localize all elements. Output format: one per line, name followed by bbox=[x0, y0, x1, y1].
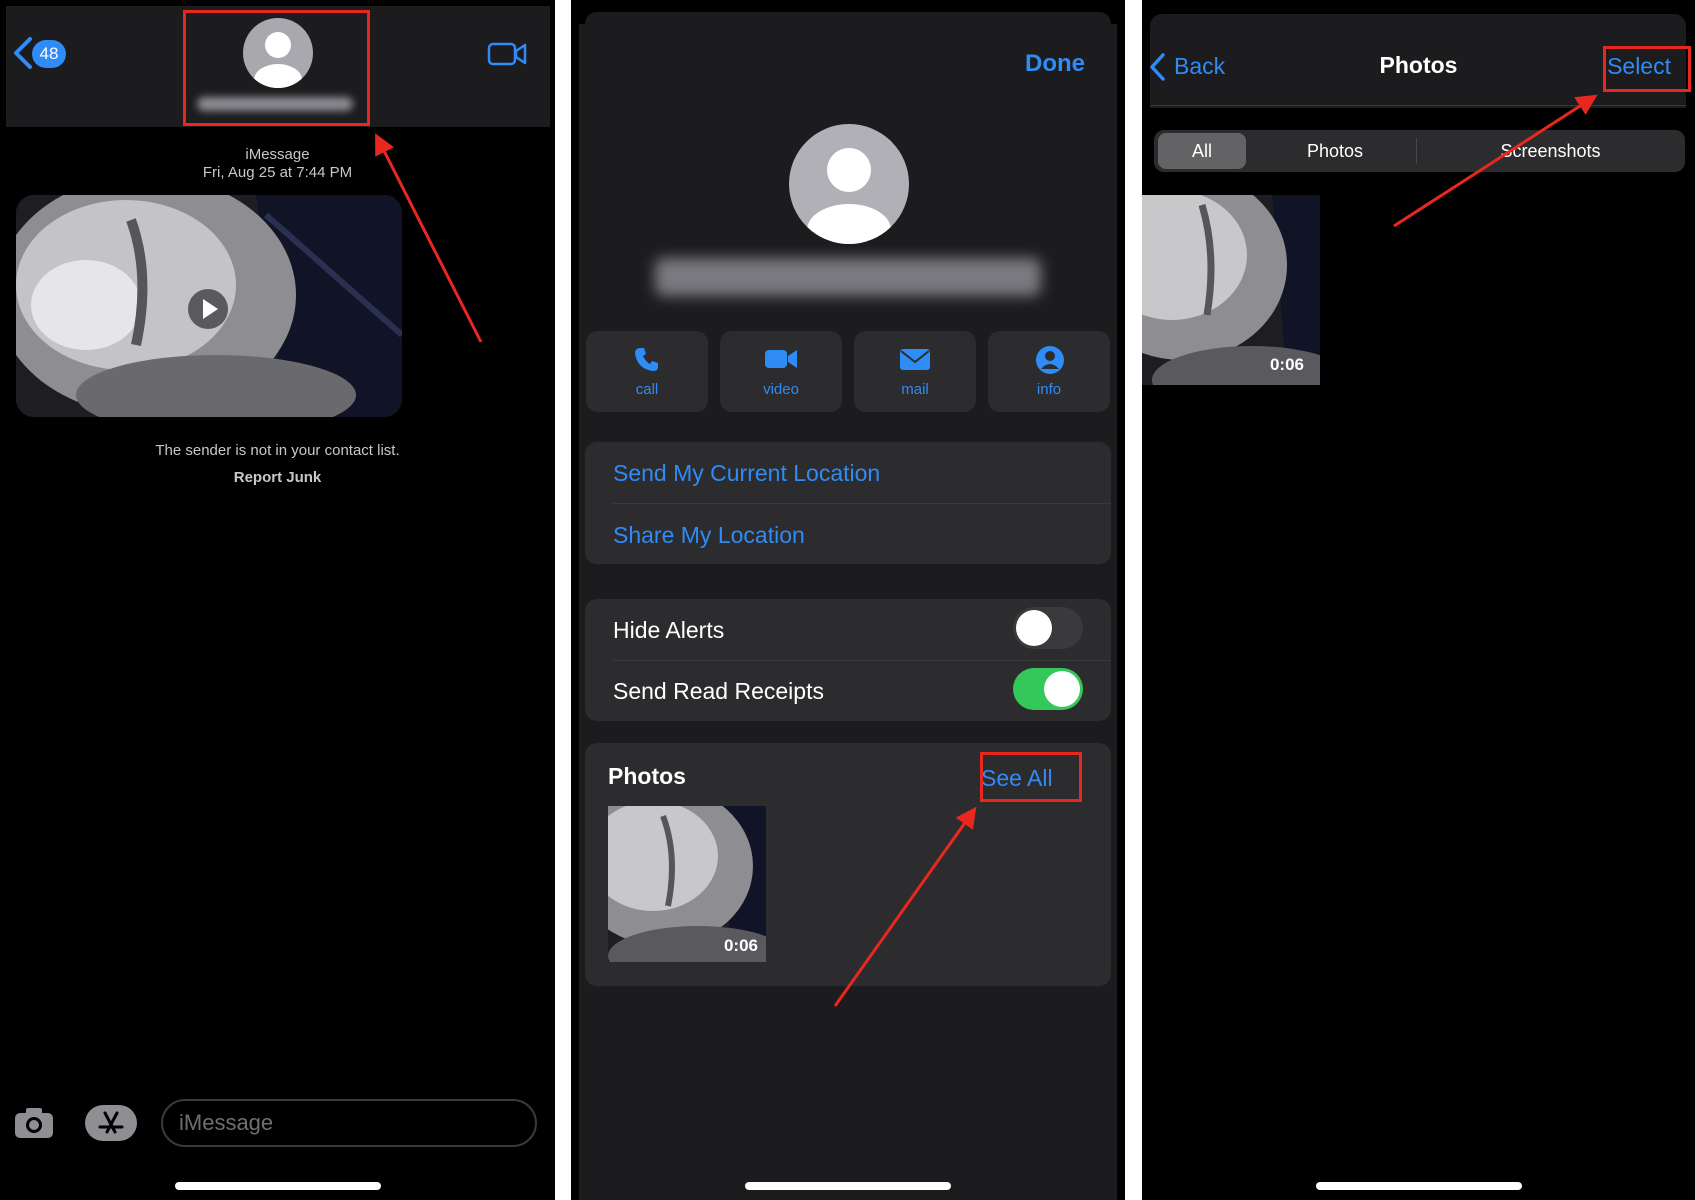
contact-avatar-large bbox=[789, 124, 909, 244]
segment-all[interactable]: All bbox=[1158, 130, 1246, 172]
camera-icon[interactable] bbox=[13, 1106, 55, 1140]
unread-count-badge[interactable]: 48 bbox=[32, 40, 66, 68]
hide-alerts-toggle[interactable] bbox=[1013, 607, 1083, 649]
facetime-video-icon[interactable] bbox=[487, 40, 527, 68]
send-current-location-link[interactable]: Send My Current Location bbox=[613, 460, 880, 487]
share-my-location-link[interactable]: Share My Location bbox=[613, 522, 805, 549]
phone-icon bbox=[635, 348, 658, 371]
video-camera-icon bbox=[765, 350, 797, 368]
blurred-contact-email bbox=[655, 258, 1041, 296]
play-icon bbox=[203, 299, 218, 319]
toggle-knob bbox=[1016, 610, 1052, 646]
video-duration: 0:06 bbox=[1269, 355, 1304, 374]
contact-details-panel: Done call video mail info Send My Curren… bbox=[571, 0, 1125, 1200]
message-input[interactable]: iMessage bbox=[161, 1099, 537, 1147]
app-store-button[interactable] bbox=[85, 1105, 137, 1141]
photos-section-title: Photos bbox=[608, 763, 686, 789]
person-circle-icon bbox=[1036, 346, 1064, 374]
mail-label: mail bbox=[901, 381, 929, 398]
photos-library-panel: Back Photos Select All Photos Screenshot… bbox=[1142, 0, 1695, 1200]
video-thumbnail[interactable]: 0:06 bbox=[608, 806, 766, 962]
done-button[interactable]: Done bbox=[1025, 50, 1085, 78]
annotation-box-contact bbox=[183, 10, 370, 126]
messages-conversation-panel: 48 iMessage Fri, Aug 25 at 7:44 PM The s… bbox=[0, 0, 555, 1200]
call-label: call bbox=[635, 381, 659, 398]
annotation-box-select bbox=[1603, 46, 1691, 92]
toggle-knob bbox=[1044, 671, 1080, 707]
filter-segmented-control: All Photos Screenshots bbox=[1154, 130, 1685, 172]
segment-photos[interactable]: Photos bbox=[1254, 130, 1416, 172]
video-button[interactable]: video bbox=[720, 331, 842, 412]
home-indicator bbox=[174, 1182, 381, 1190]
annotation-box-see-all bbox=[980, 752, 1082, 802]
row-divider bbox=[613, 503, 1111, 504]
hide-alerts-label: Hide Alerts bbox=[613, 617, 725, 643]
call-button[interactable]: call bbox=[586, 331, 708, 412]
segment-screenshots[interactable]: Screenshots bbox=[1416, 130, 1685, 172]
envelope-icon bbox=[900, 349, 930, 370]
location-group: Send My Current Location Share My Locati… bbox=[585, 442, 1111, 564]
mail-button[interactable]: mail bbox=[854, 331, 976, 412]
nav-bar-divider bbox=[1150, 105, 1686, 106]
message-service-label: iMessage bbox=[245, 146, 310, 163]
info-button[interactable]: info bbox=[988, 331, 1110, 412]
conversation-settings-group: Hide Alerts Send Read Receipts bbox=[585, 599, 1111, 721]
sender-notice: The sender is not in your contact list. bbox=[155, 442, 400, 459]
home-indicator bbox=[1315, 1182, 1522, 1190]
home-indicator bbox=[745, 1182, 951, 1190]
play-button[interactable] bbox=[188, 289, 228, 329]
video-duration: 0:06 bbox=[723, 936, 758, 955]
report-junk-link[interactable]: Report Junk bbox=[0, 469, 555, 486]
info-label: info bbox=[1036, 381, 1062, 398]
message-timestamp: Fri, Aug 25 at 7:44 PM bbox=[202, 164, 353, 181]
app-store-icon bbox=[98, 1111, 124, 1134]
video-label: video bbox=[763, 381, 799, 398]
video-thumbnail[interactable]: 0:06 bbox=[1142, 195, 1320, 385]
send-read-receipts-toggle[interactable] bbox=[1013, 668, 1083, 710]
row-divider bbox=[613, 660, 1111, 661]
send-read-receipts-label: Send Read Receipts bbox=[613, 678, 824, 704]
person-silhouette-icon bbox=[807, 148, 891, 244]
